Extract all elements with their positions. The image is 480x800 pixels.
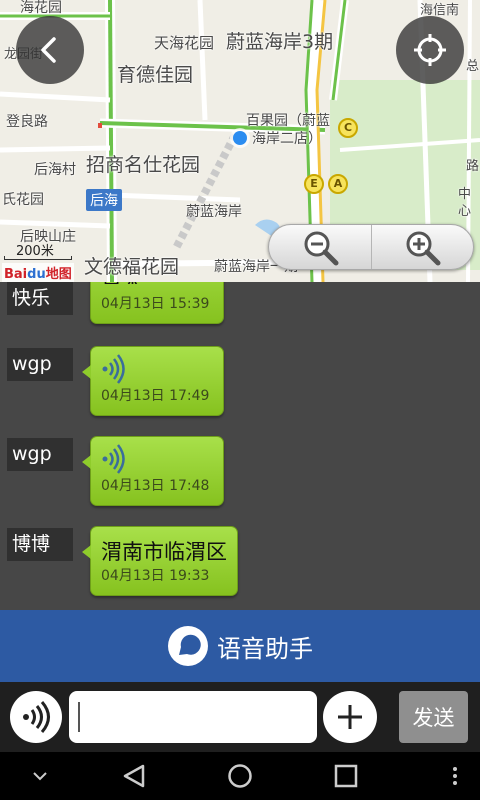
metro-marker-a: A [328,174,348,194]
map-label-haihuayuan: 海花园 [20,0,62,16]
logo-text: Bai [4,267,28,282]
chat-bubble-icon [168,626,208,666]
map-label-shiyuan: 氏花园 [2,192,44,208]
message-time: 04月13日 17:49 [101,388,210,404]
map-label-zhong: 中 [458,187,472,202]
message-time: 04月13日 19:33 [101,568,210,584]
map-label-haitai: 天海花园 [154,34,215,52]
text-caret [78,702,80,732]
message-time: 04月13日 15:39 [101,296,210,312]
chat-message: wgp 04月13日 17:49 [0,346,480,426]
map-label-guoyuan: 百果园（蔚蓝 [246,113,330,129]
send-button[interactable]: 发送 [399,691,468,743]
plus-icon [338,705,362,729]
zoom-in-icon [406,231,441,266]
baidu-map-logo: Baidu地图 [2,263,74,282]
home-circle-icon [228,764,252,788]
map-label-weilan3: 蔚蓝海岸3期 [226,31,334,53]
map-label-xin: 心 [458,204,472,219]
recents-square-icon [334,764,358,788]
voice-message-bubble[interactable]: 04月13日 17:49 [82,346,224,416]
chat-message: 博博 渭南市临渭区 04月13日 19:33 [0,526,480,606]
map-label-lu: 路 [466,159,480,174]
zoom-in-button[interactable] [370,225,474,269]
houhai-metro-badge: 后海 [86,189,122,211]
system-navigation-bar [0,752,480,800]
nav-recents-button[interactable] [326,752,366,800]
map-label-zong: 总 [466,59,480,74]
zoom-control [268,224,474,270]
crosshair-icon [414,34,446,66]
locate-button[interactable] [396,16,464,84]
voice-input-toggle[interactable] [10,691,62,743]
logo-du: du [27,267,46,282]
nav-menu-button[interactable] [440,752,470,800]
nav-home-button[interactable] [220,752,260,800]
map-scale-bar [4,256,72,260]
chat-message: wgp 04月13日 17:48 [0,436,480,516]
message-bubble[interactable]: 渭南市临渭区 04月13日 19:33 [82,526,238,596]
metro-marker-e: E [304,174,324,194]
back-triangle-icon [123,764,145,788]
map-label-haixinge: 海信南 [420,3,460,18]
map-label-denglu: 登良路 [6,114,48,130]
map-label-yude: 育德佳园 [117,64,194,86]
voice-wave-icon [102,444,125,474]
map-label-houhaicun: 后海村 [34,162,76,178]
chevron-left-icon [41,37,56,63]
nav-hide-keyboard-button[interactable] [20,752,60,800]
logo-text-2: 地图 [45,267,72,282]
zoom-out-icon [304,231,339,266]
message-time: 04月13日 17:48 [101,478,210,494]
message-text: 渭南市临渭区 [101,540,227,564]
chat-list[interactable]: 快乐 日本 04月13日 15:39 wgp 04月13日 17:49 wgp [0,282,480,610]
map-view[interactable]: 天海花园 蔚蓝海岸3期 育德佳园 百果园（蔚蓝 海岸二店） 招商名仕花园 蔚蓝海… [0,0,480,282]
chevron-down-icon [33,772,47,781]
more-vertical-icon [453,767,457,785]
voice-assistant-label: 语音助手 [217,634,313,663]
sender-name: 博博 [7,528,73,561]
zoom-out-button[interactable] [269,225,371,269]
voice-wave-icon [102,354,125,384]
metro-marker-c: C [338,118,358,138]
back-button[interactable] [16,16,84,84]
add-attachment-button[interactable] [323,691,377,743]
voice-message-bubble[interactable]: 04月13日 17:48 [82,436,224,506]
nav-back-button[interactable] [114,752,154,800]
voice-assistant-button[interactable]: 语音助手 [0,610,480,682]
map-label-weilanhaian: 蔚蓝海岸 [186,204,242,220]
voice-wave-icon [23,701,50,733]
message-input[interactable] [69,691,317,743]
sender-name: wgp [7,348,73,381]
message-bubble[interactable]: 日本 04月13日 15:39 [90,282,224,324]
message-composer: 发送 [0,682,480,752]
map-label-wende: 文德福花园 [84,256,180,278]
map-label-guoyuan2: 海岸二店） [252,131,322,147]
map-label-zhaoshang: 招商名仕花园 [86,154,201,176]
sender-name: wgp [7,438,73,471]
sender-name: 快乐 [7,282,73,315]
